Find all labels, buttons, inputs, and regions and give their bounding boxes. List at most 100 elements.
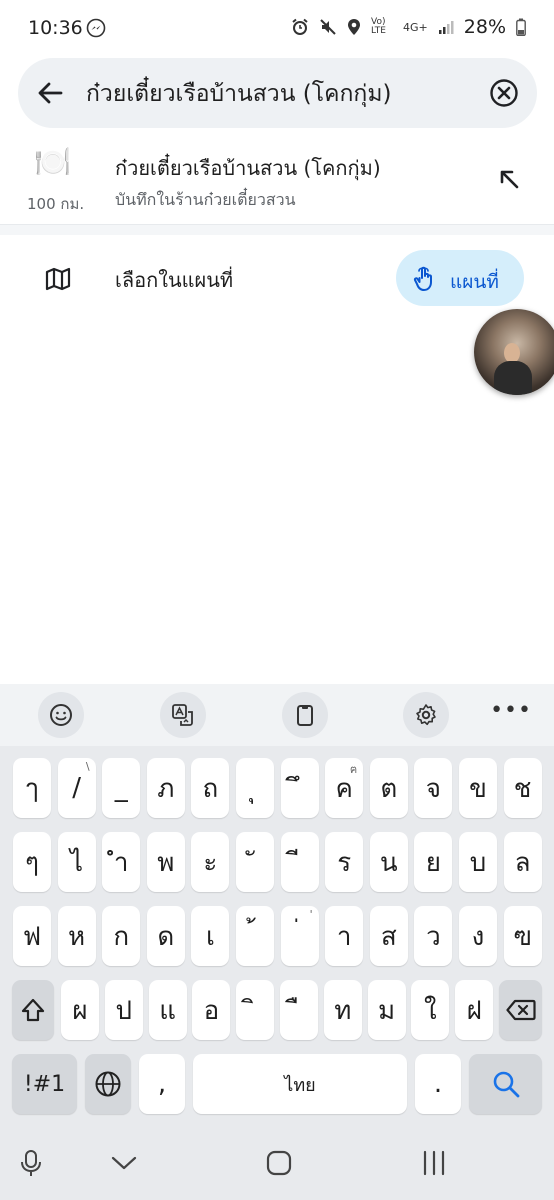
user-avatar[interactable]: [474, 309, 554, 395]
emoji-button[interactable]: [38, 692, 84, 738]
key[interactable]: ห: [57, 906, 96, 966]
key[interactable]: _: [102, 758, 141, 818]
suggestion-distance: 100 กม.: [27, 195, 85, 213]
key[interactable]: คฅ: [325, 758, 364, 818]
key[interactable]: ภ: [146, 758, 185, 818]
key[interactable]: ิ: [236, 980, 275, 1040]
key[interactable]: ป: [104, 980, 143, 1040]
key-label: ง: [471, 921, 485, 952]
key[interactable]: ส: [369, 906, 408, 966]
period-key[interactable]: .: [415, 1054, 461, 1114]
key[interactable]: ผ: [61, 980, 99, 1040]
gear-icon: [416, 704, 436, 726]
space-key[interactable]: ไทย: [193, 1054, 407, 1114]
key[interactable]: พ: [146, 832, 185, 892]
shift-icon: [21, 998, 45, 1022]
key-label: า: [336, 921, 352, 952]
key[interactable]: ว: [414, 906, 453, 966]
key[interactable]: น: [369, 832, 408, 892]
touch-hand-icon: [413, 266, 432, 291]
key-hint: \: [85, 760, 90, 773]
key[interactable]: ี: [280, 832, 319, 892]
key[interactable]: ต: [369, 758, 408, 818]
clipboard-button[interactable]: [282, 692, 328, 738]
globe-icon: [95, 1071, 121, 1097]
clear-icon[interactable]: [489, 78, 519, 108]
back-arrow-icon[interactable]: [36, 79, 64, 107]
mute-icon: [320, 19, 336, 35]
key[interactable]: ื: [280, 980, 318, 1040]
key[interactable]: ไ: [57, 832, 96, 892]
search-input[interactable]: ก๋วยเตี๋ยวเรือบ้านสวน (โคกกุ่ม): [86, 76, 391, 112]
key[interactable]: ช: [503, 758, 542, 818]
key[interactable]: ท: [323, 980, 362, 1040]
key[interactable]: ม: [367, 980, 406, 1040]
key-label: ช: [513, 773, 532, 804]
key-label: ไ: [70, 847, 84, 878]
microphone-icon[interactable]: [16, 1148, 46, 1178]
key[interactable]: ้: [236, 906, 274, 966]
search-key[interactable]: [469, 1054, 542, 1114]
emoji-icon: [50, 704, 72, 726]
symbols-key[interactable]: !#1: [12, 1054, 77, 1114]
network-indicator: 4G+: [403, 20, 428, 34]
key[interactable]: / \: [57, 758, 96, 818]
settings-button[interactable]: [403, 692, 449, 738]
signal-icon: [438, 21, 454, 34]
backspace-key[interactable]: [499, 980, 542, 1040]
key[interactable]: อ: [192, 980, 231, 1040]
suggestion-item[interactable]: 🍽️ 100 กม. ก๋วยเตี๋ยวเรือบ้านสวน (โคกกุ่…: [0, 136, 554, 224]
hide-keyboard-chevron-icon[interactable]: [109, 1148, 139, 1178]
volte-indicator: Vo) LTE: [371, 17, 386, 36]
choose-on-map-row[interactable]: เลือกในแผนที่ แผนที่: [0, 240, 554, 316]
key[interactable]: ด: [146, 906, 185, 966]
recent-apps-icon[interactable]: [419, 1148, 449, 1178]
key[interactable]: ใ: [411, 980, 450, 1040]
home-icon[interactable]: [264, 1148, 294, 1178]
language-key[interactable]: [85, 1054, 131, 1114]
map-chip-button[interactable]: แผนที่: [396, 250, 524, 306]
key[interactable]: ุ: [236, 758, 274, 818]
key[interactable]: บ: [459, 832, 497, 892]
key[interactable]: ฃ: [503, 906, 542, 966]
shift-key[interactable]: [12, 980, 54, 1040]
key-label: ก: [113, 921, 130, 952]
key[interactable]: ั: [236, 832, 274, 892]
key[interactable]: แ: [148, 980, 187, 1040]
key[interactable]: ก: [102, 906, 141, 966]
map-icon: [45, 267, 71, 291]
key[interactable]: ่': [280, 906, 319, 966]
key[interactable]: า: [325, 906, 364, 966]
key[interactable]: ง: [459, 906, 497, 966]
fill-query-arrow-icon[interactable]: [498, 168, 520, 190]
key-label: น: [379, 847, 398, 878]
key-label: ภ: [157, 773, 175, 804]
key[interactable]: ๅ: [13, 758, 51, 818]
key[interactable]: ึ: [280, 758, 319, 818]
key[interactable]: ะ: [191, 832, 230, 892]
key[interactable]: ฟ: [13, 906, 51, 966]
avatar-body: [494, 361, 532, 395]
key-label: ต: [380, 773, 398, 804]
suggestion-title: ก๋วยเตี๋ยวเรือบ้านสวน (โคกกุ่ม): [115, 156, 381, 180]
key[interactable]: ฝ: [455, 980, 494, 1040]
translate-button[interactable]: [160, 692, 206, 738]
key[interactable]: เ: [191, 906, 230, 966]
key[interactable]: ถ: [191, 758, 230, 818]
key[interactable]: ำ: [102, 832, 141, 892]
key[interactable]: ๆ: [13, 832, 51, 892]
key[interactable]: จ: [414, 758, 453, 818]
key-label: ส: [380, 921, 397, 952]
search-bar[interactable]: ก๋วยเตี๋ยวเรือบ้านสวน (โคกกุ่ม): [18, 58, 537, 128]
key-label: ว: [426, 921, 441, 952]
key[interactable]: ย: [414, 832, 453, 892]
key-hint: ': [309, 908, 313, 921]
key-label: ะ: [203, 847, 218, 878]
key-label: พ: [157, 847, 175, 878]
key[interactable]: ล: [503, 832, 542, 892]
comma-key[interactable]: ,: [139, 1054, 185, 1114]
key-label: ถ: [202, 773, 219, 804]
more-options-icon[interactable]: •••: [490, 698, 532, 723]
key[interactable]: ร: [325, 832, 364, 892]
key[interactable]: ข: [459, 758, 497, 818]
